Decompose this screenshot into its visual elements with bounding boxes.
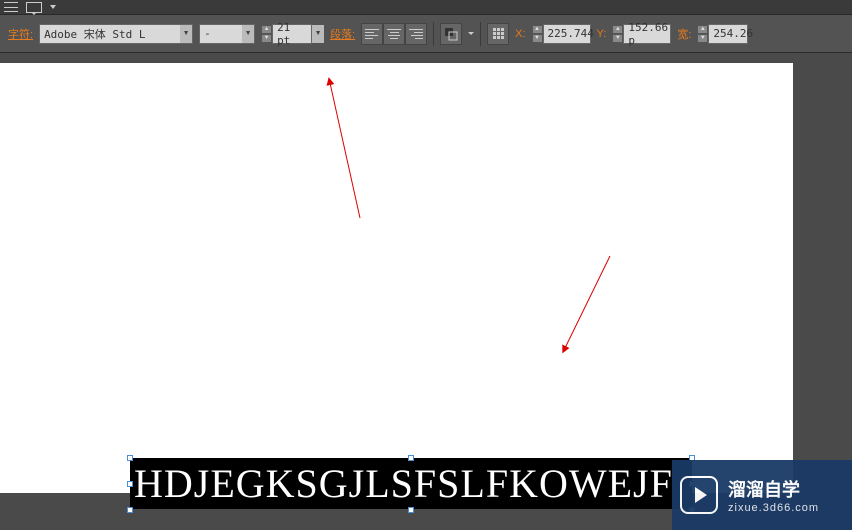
watermark-subtitle: zixue.3d66.com [728, 502, 819, 514]
decrease-button[interactable]: ▼ [697, 34, 708, 43]
canvas-area[interactable]: HDJEGKSGJLSFSLFKOWEJF 溜溜自学 zixue.3d66.co… [0, 53, 852, 530]
alignment-group [361, 23, 427, 45]
increase-button[interactable]: ▲ [261, 25, 272, 34]
watermark-title: 溜溜自学 [728, 476, 819, 502]
y-label: Y: [597, 28, 607, 40]
y-field[interactable]: 152.66 p [623, 24, 671, 44]
top-toolbar [0, 0, 852, 15]
increase-button[interactable]: ▲ [697, 25, 708, 34]
resize-handle[interactable] [127, 507, 133, 513]
increase-button[interactable]: ▲ [532, 25, 543, 34]
dropdown-arrow-icon[interactable] [468, 32, 474, 35]
width-label: 宽: [677, 26, 691, 42]
paragraph-label[interactable]: 段落: [330, 26, 355, 42]
align-center-button[interactable] [383, 23, 405, 45]
font-family-combo[interactable]: ▼ [39, 24, 193, 44]
character-label[interactable]: 字符: [8, 26, 33, 42]
y-spinner[interactable]: ▲ ▼ 152.66 p [612, 24, 671, 44]
dropdown-arrow-icon[interactable]: ▼ [312, 25, 324, 43]
dropdown-arrow-icon[interactable]: ▼ [180, 25, 192, 43]
width-spinner[interactable]: ▲ ▼ 254.26 [697, 24, 748, 44]
font-style-input[interactable] [200, 27, 242, 40]
character-toolbar: 字符: ▼ ▼ ▲ ▼ 21 pt ▼ 段落: X: [0, 15, 852, 53]
text-content[interactable]: HDJEGKSGJLSFSLFKOWEJF [130, 458, 692, 509]
play-icon [680, 476, 718, 514]
x-label: X: [515, 28, 525, 40]
text-frame[interactable]: HDJEGKSGJLSFSLFKOWEJF [130, 458, 692, 510]
align-right-button[interactable] [405, 23, 427, 45]
resize-handle[interactable] [408, 455, 414, 461]
resize-handle[interactable] [408, 507, 414, 513]
decrease-button[interactable]: ▼ [532, 34, 543, 43]
increase-button[interactable]: ▲ [612, 25, 623, 34]
dropdown-arrow-icon[interactable]: ▼ [242, 25, 254, 43]
decrease-button[interactable]: ▼ [261, 34, 272, 43]
document-page[interactable] [0, 63, 793, 493]
width-field[interactable]: 254.26 [708, 24, 748, 44]
fill-options-button[interactable] [440, 23, 462, 45]
font-style-combo[interactable]: ▼ [199, 24, 255, 44]
x-spinner[interactable]: ▲ ▼ 225.744 [532, 24, 591, 44]
dropdown-arrow-icon[interactable] [50, 5, 56, 9]
watermark: 溜溜自学 zixue.3d66.com [672, 460, 852, 530]
reference-point-button[interactable] [487, 23, 509, 45]
font-family-input[interactable] [40, 27, 180, 40]
resize-handle[interactable] [127, 455, 133, 461]
font-size-spinner[interactable]: ▲ ▼ 21 pt ▼ [261, 24, 324, 44]
font-size-field[interactable]: 21 pt [272, 24, 312, 44]
decrease-button[interactable]: ▼ [612, 34, 623, 43]
arrange-documents-icon[interactable] [4, 2, 18, 12]
x-field[interactable]: 225.744 [543, 24, 591, 44]
screen-mode-icon[interactable] [26, 2, 42, 13]
align-left-button[interactable] [361, 23, 383, 45]
resize-handle[interactable] [127, 481, 133, 487]
